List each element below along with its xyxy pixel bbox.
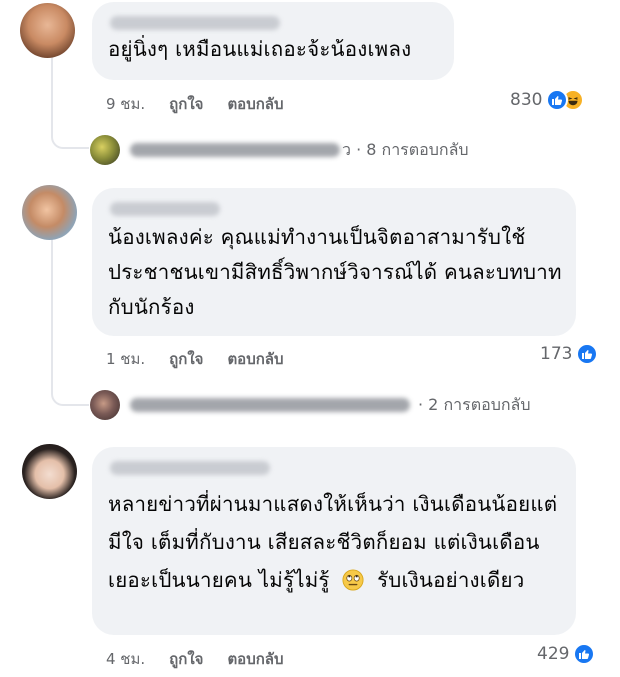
like-button[interactable]: ถูกใจ <box>169 92 203 116</box>
reaction-count: 830 <box>510 90 543 110</box>
commenter-name[interactable] <box>110 16 280 30</box>
comment-bubble: อยู่นิ่งๆ เหมือนแม่เถอะจ้ะน้องเพลง <box>92 2 454 80</box>
reaction-summary[interactable]: 830 <box>510 89 585 111</box>
comment-actions: 9 ชม. ถูกใจ ตอบกลับ <box>106 92 308 116</box>
like-button[interactable]: ถูกใจ <box>169 347 203 371</box>
replier-name <box>130 398 410 412</box>
reply-button[interactable]: ตอบกลับ <box>227 647 283 671</box>
reply-connector <box>51 370 89 406</box>
reply-count: ว · 8 การตอบกลับ <box>342 139 469 159</box>
comment-text: อยู่นิ่งๆ เหมือนแม่เถอะจ้ะน้องเพลง <box>108 37 412 61</box>
reply-avatar <box>90 390 120 420</box>
comment-bubble: หลายข่าวที่ผ่านมาแสดงให้เห็นว่า เงินเดือ… <box>92 447 576 635</box>
comment-text: หลายข่าวที่ผ่านมาแสดงให้เห็นว่า เงินเดือ… <box>108 485 562 603</box>
comment-bubble: น้องเพลงค่ะ คุณแม่ทำงานเป็นจิตอาสามารับใ… <box>92 188 576 336</box>
reaction-summary[interactable]: 173 <box>540 343 599 365</box>
avatar[interactable] <box>22 185 77 240</box>
avatar[interactable] <box>20 3 75 58</box>
reply-connector <box>51 115 89 149</box>
like-button[interactable]: ถูกใจ <box>169 647 203 671</box>
reaction-count: 429 <box>537 644 570 664</box>
reply-count: · 2 การตอบกลับ <box>418 394 531 414</box>
thread-line <box>51 228 53 388</box>
comment-text: น้องเพลงค่ะ คุณแม่ทำงานเป็นจิตอาสามารับใ… <box>108 225 562 319</box>
commenter-name[interactable] <box>110 461 270 475</box>
rolling-eyes-emoji <box>342 565 364 603</box>
reply-button[interactable]: ตอบกลับ <box>227 347 283 371</box>
comment-time[interactable]: 1 ชม. <box>106 347 145 371</box>
replier-name <box>130 143 340 157</box>
commenter-name[interactable] <box>110 202 220 216</box>
comment-actions: 1 ชม. ถูกใจ ตอบกลับ <box>106 347 308 371</box>
view-replies[interactable]: · 2 การตอบกลับ <box>90 390 531 420</box>
reaction-count: 173 <box>540 344 573 364</box>
reaction-summary[interactable]: 429 <box>537 643 596 665</box>
comment-actions: 4 ชม. ถูกใจ ตอบกลับ <box>106 647 308 671</box>
avatar[interactable] <box>22 444 77 499</box>
comment-time[interactable]: 9 ชม. <box>106 92 145 116</box>
reply-avatar <box>90 135 120 165</box>
view-replies[interactable]: ว · 8 การตอบกลับ <box>90 135 469 165</box>
comment-text-tail: รับเงินอย่างเดียว <box>377 568 525 592</box>
like-icon <box>576 343 599 365</box>
comment-time[interactable]: 4 ชม. <box>106 647 145 671</box>
reply-button[interactable]: ตอบกลับ <box>227 92 283 116</box>
like-icon <box>573 643 596 665</box>
